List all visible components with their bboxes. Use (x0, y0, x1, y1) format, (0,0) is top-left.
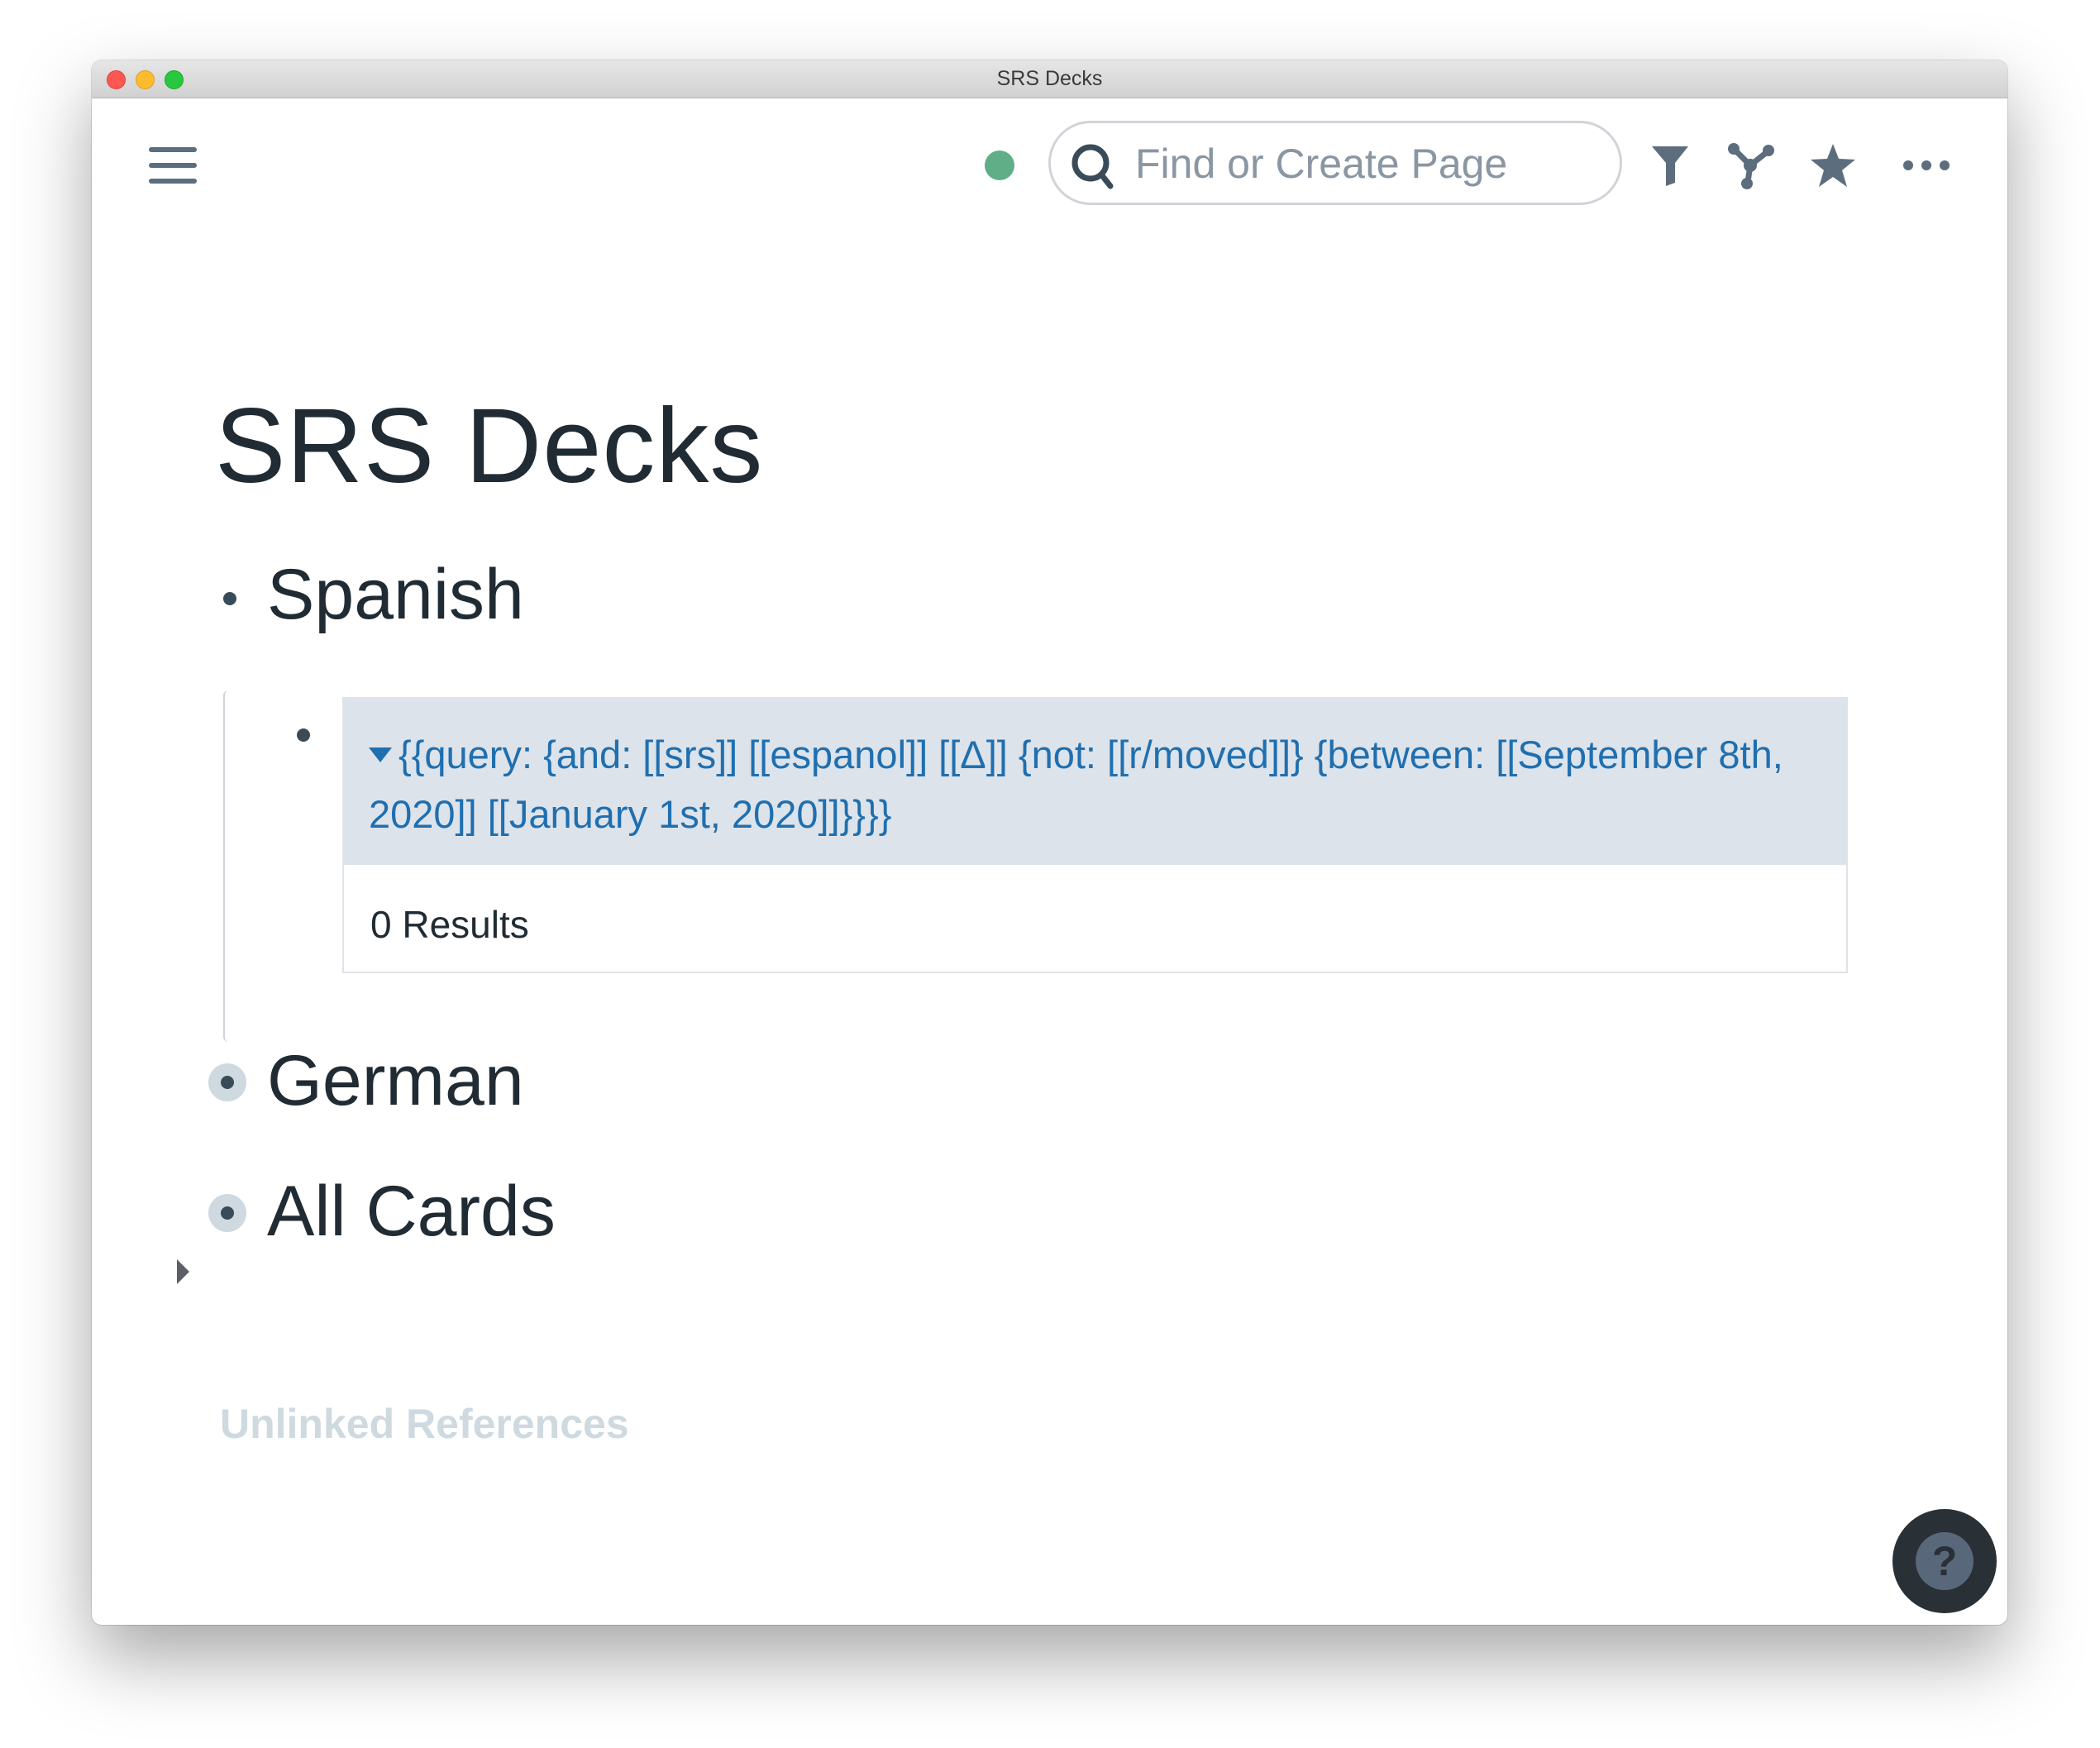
app-window: SRS Decks Find or Create Page SRS Decks … (92, 60, 2007, 1625)
search-icon (1071, 144, 1114, 189)
more-icon (1903, 160, 1950, 170)
query-header[interactable]: {{query: {and: [[srs]] [[espanol]] [[Δ]]… (344, 699, 1846, 865)
help-icon: ? (1916, 1532, 1974, 1590)
star-icon (1811, 144, 1855, 187)
block-bullet[interactable] (297, 728, 310, 742)
more-button[interactable] (1900, 139, 1953, 192)
menu-icon[interactable] (149, 147, 197, 184)
unlinked-references-toggle[interactable]: Unlinked References (220, 1400, 629, 1448)
title-bar: SRS Decks (92, 60, 2007, 98)
search-input[interactable] (1134, 138, 1600, 189)
block-all-cards[interactable]: All Cards (267, 1171, 556, 1253)
graph-button[interactable] (1725, 139, 1778, 192)
block-spanish[interactable]: Spanish (267, 554, 524, 636)
block-bullet[interactable] (223, 592, 236, 605)
collapse-caret-icon[interactable] (369, 747, 392, 762)
window-title: SRS Decks (996, 67, 1103, 90)
block-german[interactable]: German (267, 1040, 524, 1122)
expand-arrow-icon[interactable] (177, 1259, 189, 1284)
query-text[interactable]: {{query: {and: [[srs]] [[espanol]] [[Δ]]… (369, 725, 1807, 844)
collapsed-bullet[interactable] (208, 1063, 246, 1101)
query-block[interactable]: {{query: {and: [[srs]] [[espanol]] [[Δ]]… (342, 697, 1848, 973)
page-title[interactable]: SRS Decks (215, 385, 763, 507)
help-button[interactable]: ? (1892, 1509, 1997, 1613)
filter-icon (1652, 146, 1688, 186)
sync-status-dot[interactable] (985, 150, 1014, 180)
search-box[interactable] (1048, 121, 1622, 205)
filter-button[interactable] (1644, 139, 1697, 192)
collapsed-bullet[interactable] (208, 1194, 246, 1232)
child-thread-line (223, 690, 228, 1042)
graph-icon (1728, 143, 1774, 189)
favorite-button[interactable] (1806, 139, 1859, 192)
query-results-count: 0 Results (370, 903, 529, 946)
query-expression[interactable]: {{query: {and: [[srs]] [[espanol]] [[Δ]]… (369, 733, 1783, 836)
